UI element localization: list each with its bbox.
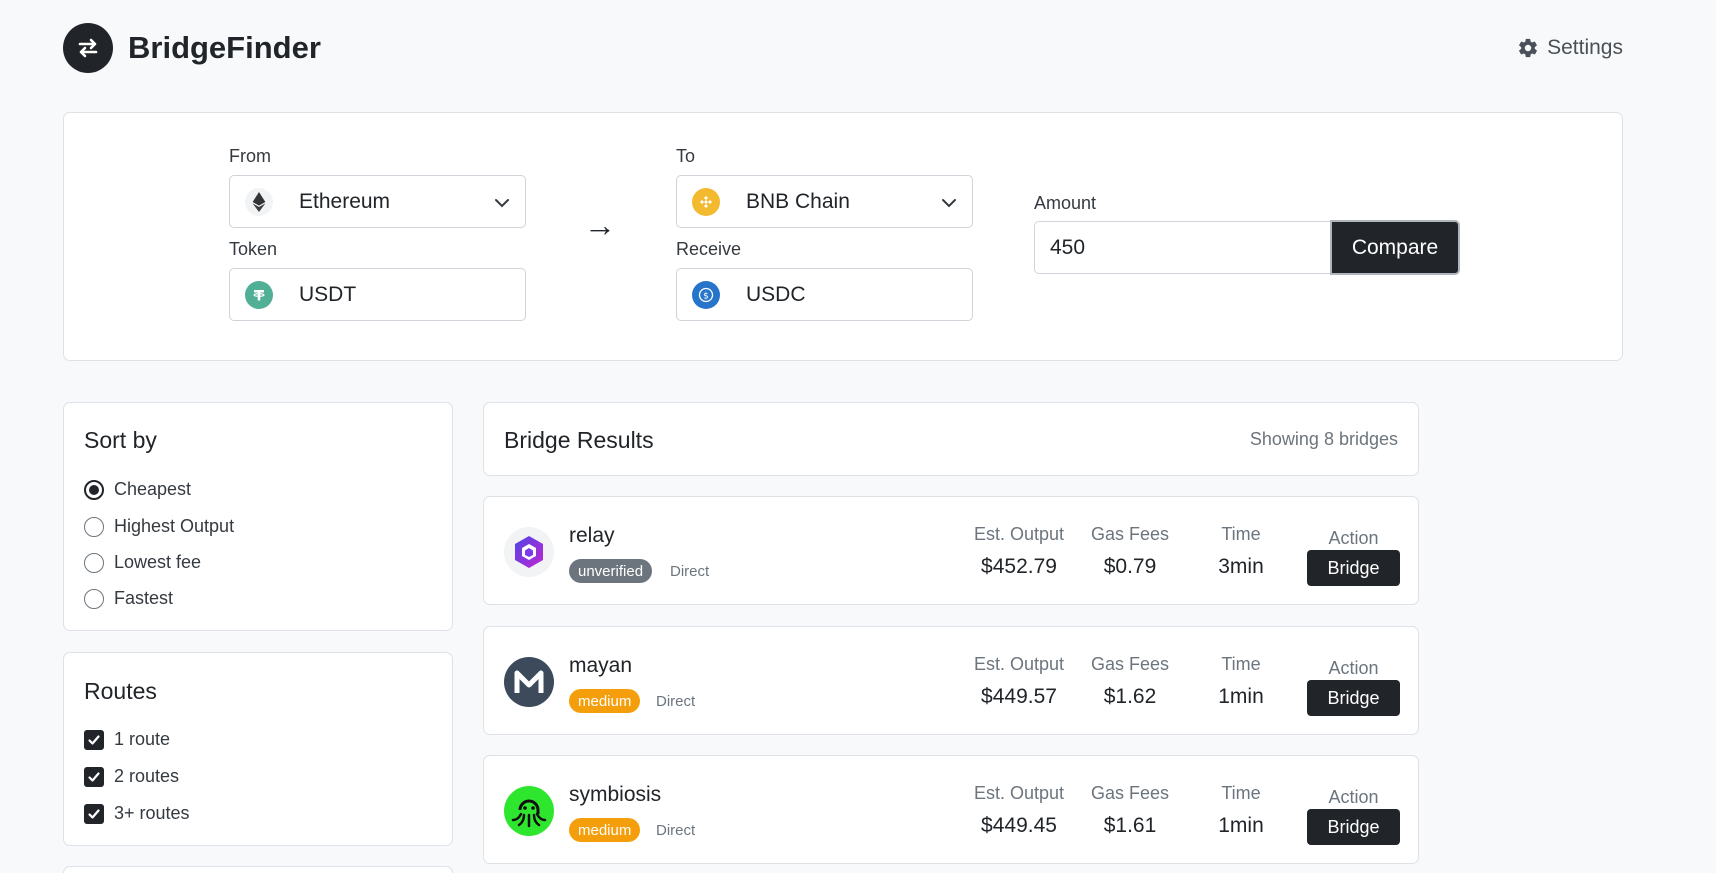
sort-title: Sort by — [84, 427, 157, 453]
route-option-3plus[interactable]: 3+ routes — [84, 803, 190, 824]
sort-option-cheapest[interactable]: Cheapest — [84, 479, 191, 500]
bridge-result-card: relay unverified Direct Est. Output $452… — [483, 496, 1419, 605]
gear-icon — [1519, 38, 1538, 58]
sort-option-highest-output[interactable]: Highest Output — [84, 516, 234, 537]
route-option-label: 2 routes — [114, 766, 180, 786]
status-badge: medium — [569, 689, 641, 713]
route-option-1[interactable]: 1 route — [84, 729, 170, 750]
time-value: 1min — [1218, 685, 1264, 708]
results-header: Bridge Results Showing 8 bridges — [483, 402, 1419, 476]
amount-label: Amount — [1034, 193, 1097, 213]
bridge-result-card: mayan medium Direct Est. Output $449.57 … — [483, 626, 1419, 735]
sort-option-label: Cheapest — [114, 479, 192, 499]
sort-option-fastest[interactable]: Fastest — [84, 588, 173, 609]
bridge-result-card: symbiosis medium Direct Est. Output $449… — [483, 755, 1419, 864]
settings-label: Settings — [1547, 36, 1623, 59]
time-label: Time — [1221, 524, 1261, 544]
bridge-name: mayan — [569, 654, 633, 677]
svg-text:$: $ — [703, 291, 709, 301]
from-chain-select[interactable]: Ethereum — [229, 175, 526, 228]
usdc-icon: $ — [692, 280, 720, 309]
time-value: 1min — [1218, 814, 1264, 837]
radio[interactable] — [84, 552, 104, 573]
to-chain-select[interactable]: BNB Chain — [676, 175, 973, 228]
from-label: From — [229, 146, 271, 166]
check-icon — [88, 771, 100, 782]
status-badge: unverified — [569, 559, 653, 583]
chevron-down-icon — [495, 199, 509, 208]
filter-panel-partial — [63, 866, 453, 873]
app-header: BridgeFinder Settings — [63, 22, 1623, 74]
check-icon — [88, 734, 100, 745]
route-type: Direct — [670, 563, 710, 580]
sort-option-label: Fastest — [114, 588, 174, 608]
time-label: Time — [1221, 783, 1261, 803]
results-count: Showing 8 bridges — [1249, 429, 1398, 449]
route-option-label: 1 route — [114, 729, 171, 749]
checkbox-checked[interactable] — [84, 766, 104, 787]
receive-token-value: USDC — [746, 282, 806, 306]
swap-arrows-icon — [63, 23, 113, 73]
status-badge: medium — [569, 818, 641, 842]
radio[interactable] — [84, 588, 104, 609]
bridge-button[interactable]: Bridge — [1307, 809, 1400, 845]
settings-button[interactable]: Settings — [1517, 36, 1623, 60]
checkbox-checked[interactable] — [84, 803, 104, 824]
time-value: 3min — [1218, 555, 1264, 578]
route-type: Direct — [656, 822, 696, 839]
chevron-down-icon — [942, 199, 956, 208]
checkbox-checked[interactable] — [84, 729, 104, 750]
action-label: Action — [1328, 528, 1379, 548]
mayan-logo-icon — [504, 657, 554, 707]
time-label: Time — [1221, 654, 1261, 674]
route-option-2[interactable]: 2 routes — [84, 766, 179, 787]
from-chain-value: Ethereum — [299, 189, 391, 213]
receive-label: Receive — [676, 239, 742, 259]
compare-button[interactable]: Compare — [1330, 220, 1460, 275]
search-panel: From Ethereum Token USDT → To BNB Chain … — [63, 112, 1623, 361]
sort-option-label: Lowest fee — [114, 552, 202, 572]
to-label: To — [676, 146, 696, 166]
bridge-name: symbiosis — [569, 783, 662, 806]
relay-logo-icon — [504, 527, 554, 577]
brand[interactable]: BridgeFinder — [63, 23, 321, 73]
sort-option-lowest-fee[interactable]: Lowest fee — [84, 552, 201, 573]
token-select[interactable]: USDT — [229, 268, 526, 321]
receive-token-select[interactable]: $ USDC — [676, 268, 973, 321]
bridge-button[interactable]: Bridge — [1307, 680, 1400, 716]
app-title: BridgeFinder — [128, 30, 321, 65]
token-label: Token — [229, 239, 278, 259]
ethereum-icon — [245, 187, 273, 216]
symbiosis-logo-icon — [504, 786, 554, 836]
routes-title: Routes — [84, 678, 157, 704]
to-chain-value: BNB Chain — [746, 189, 850, 213]
action-label: Action — [1328, 658, 1379, 678]
direction-arrow-icon: → — [584, 207, 616, 243]
usdt-icon — [245, 280, 273, 309]
routes-panel: Routes 1 route 2 routes 3+ routes — [63, 652, 453, 846]
amount-input[interactable] — [1034, 221, 1331, 274]
check-icon — [88, 808, 100, 819]
route-option-label: 3+ routes — [114, 803, 190, 823]
bnb-icon — [692, 187, 720, 216]
bridge-name: relay — [569, 524, 615, 547]
sort-option-label: Highest Output — [114, 516, 235, 536]
token-value: USDT — [299, 282, 357, 306]
route-type: Direct — [656, 693, 696, 710]
sort-panel: Sort by Cheapest Highest Output Lowest f… — [63, 402, 453, 631]
results-title: Bridge Results — [504, 427, 654, 453]
radio-selected[interactable] — [84, 479, 104, 500]
action-label: Action — [1328, 787, 1379, 807]
radio[interactable] — [84, 516, 104, 537]
bridge-button[interactable]: Bridge — [1307, 550, 1400, 586]
